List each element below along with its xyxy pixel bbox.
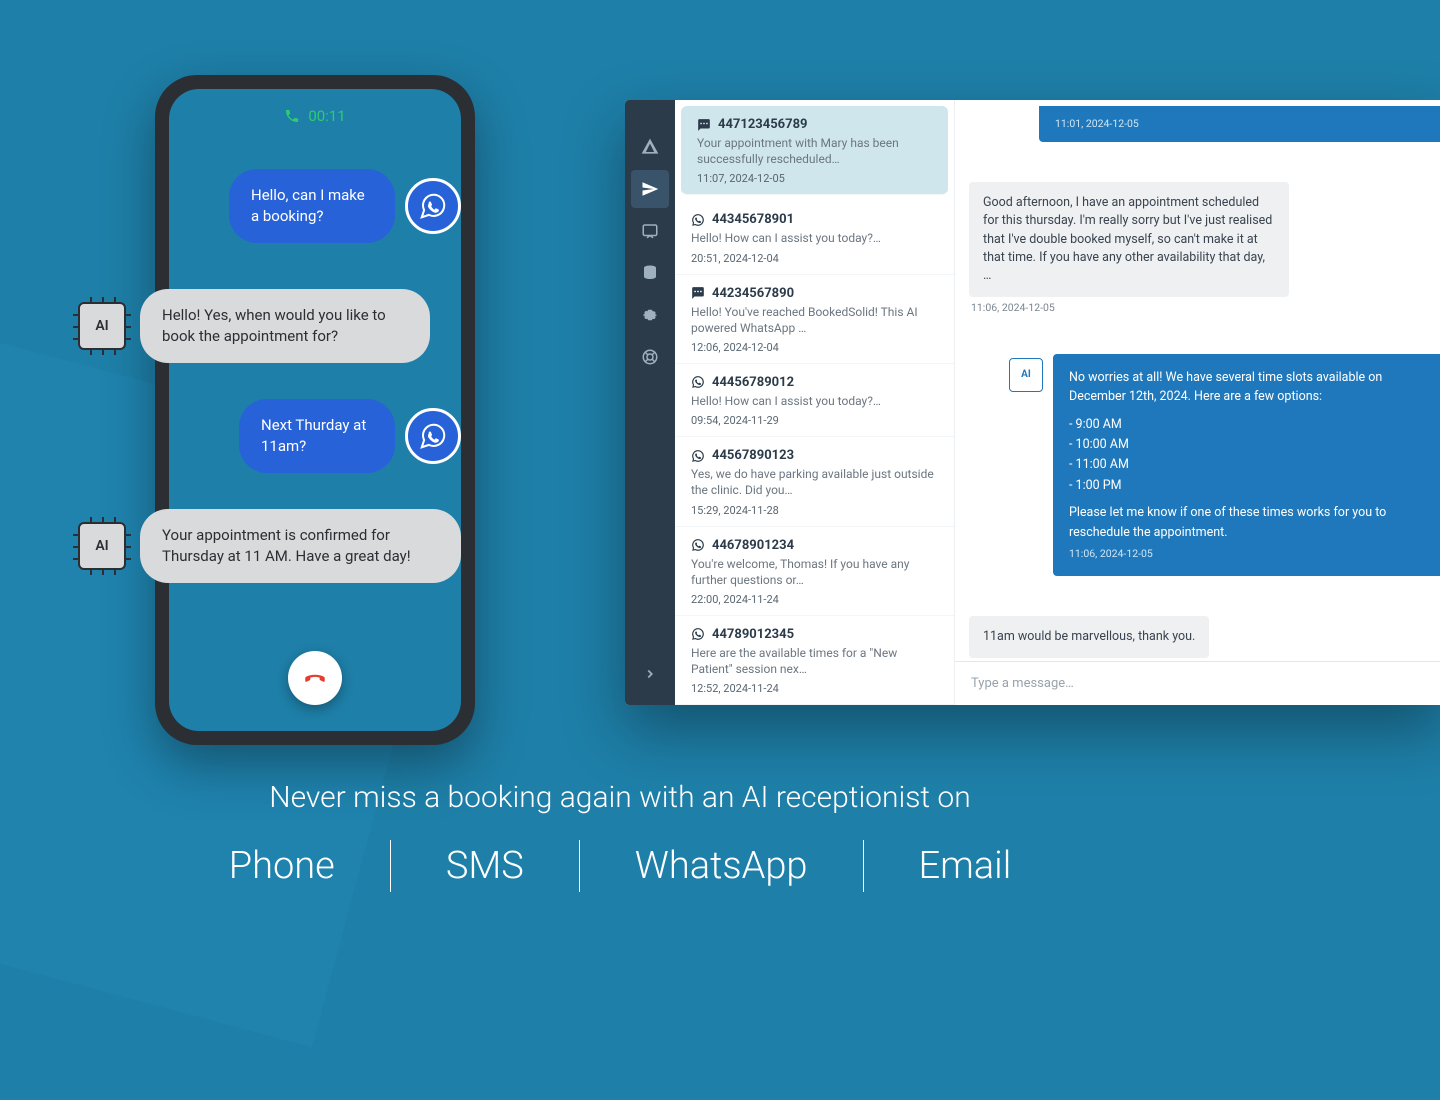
bubble-text: Hello, can I make a booking?: [229, 169, 395, 243]
whatsapp-icon: [691, 449, 705, 463]
thread-item[interactable]: 44678901234 You're welcome, Thomas! If yo…: [675, 527, 954, 616]
hangup-button[interactable]: [288, 651, 342, 705]
bubble-text: Your appointment is confirmed for Thursd…: [140, 509, 461, 583]
phone-mockup: 00:11 Hello, can I make a booking? AI He…: [155, 75, 475, 745]
time-slot: - 1:00 PM: [1069, 476, 1429, 495]
call-duration: 00:11: [308, 107, 345, 125]
thread-time: 09:54, 2024-11-29: [691, 414, 938, 427]
customer-message: Good afternoon, I have an appointment sc…: [969, 182, 1440, 314]
whatsapp-icon: [691, 213, 705, 227]
sms-icon: [697, 118, 711, 132]
customer-message: 11am would be marvellous, thank you.: [969, 616, 1440, 658]
ai-message-top: 11:01, 2024-12-05: [1039, 106, 1440, 142]
thread-time: 12:52, 2024-11-24: [691, 682, 938, 695]
thread-preview: Your appointment with Mary has been succ…: [697, 135, 932, 167]
channel-email: Email: [864, 844, 1067, 888]
ai-chip-icon: AI: [1009, 358, 1043, 392]
thread-time: 12:06, 2024-12-04: [691, 341, 938, 354]
call-status: 00:11: [169, 89, 461, 125]
message-time: 11:01, 2024-12-05: [1055, 116, 1429, 132]
channel-whatsapp: WhatsApp: [580, 844, 863, 888]
thread-preview: Hello! How can I assist you today?…: [691, 393, 938, 409]
ai-avatar-icon: AI: [74, 518, 130, 574]
chat-bubble-user-1: Hello, can I make a booking?: [229, 169, 461, 243]
message-time: 11:06, 2024-12-05: [969, 301, 1440, 314]
bubble-text: Hello! Yes, when would you like to book …: [140, 289, 430, 363]
sms-icon: [691, 286, 705, 300]
ai-chip-icon: AI: [78, 302, 126, 350]
thread-number: 44234567890: [712, 286, 794, 301]
thread-time: 11:07, 2024-12-05: [697, 172, 932, 185]
whatsapp-icon: [691, 627, 705, 641]
thread-preview: Hello! You've reached BookedSolid! This …: [691, 304, 938, 336]
thread-item[interactable]: 44789012345 Here are the available times …: [675, 616, 954, 705]
channels-row: Phone SMS WhatsApp Email: [0, 840, 1240, 892]
thread-number: 44567890123: [712, 448, 794, 463]
nav-logo-icon[interactable]: [631, 128, 669, 166]
thread-number: 44789012345: [712, 627, 794, 642]
thread-item[interactable]: 44567890123 Yes, we do have parking avail…: [675, 437, 954, 526]
nav-database-icon[interactable]: [631, 254, 669, 292]
chat-input[interactable]: Type a message…: [955, 661, 1440, 705]
thread-preview: Here are the available times for a "New …: [691, 645, 938, 677]
thread-list: 447123456789 Your appointment with Mary h…: [675, 100, 955, 705]
whatsapp-icon: [691, 538, 705, 552]
time-slot: - 9:00 AM: [1069, 415, 1429, 434]
channel-sms: SMS: [391, 844, 579, 888]
nav-rail: [625, 100, 675, 705]
time-slot: - 11:00 AM: [1069, 455, 1429, 474]
thread-number: 44345678901: [712, 212, 794, 227]
thread-time: 20:51, 2024-12-04: [691, 252, 938, 265]
thread-number: 44456789012: [712, 375, 794, 390]
message-text: 11am would be marvellous, thank you.: [969, 616, 1209, 658]
whatsapp-avatar-icon: [405, 178, 461, 234]
message-text: No worries at all! We have several time …: [1069, 368, 1429, 407]
nav-send-icon[interactable]: [631, 170, 669, 208]
nav-settings-icon[interactable]: [631, 296, 669, 334]
time-slot: - 10:00 AM: [1069, 435, 1429, 454]
channel-phone: Phone: [174, 844, 390, 888]
thread-number: 447123456789: [718, 117, 808, 132]
chat-bubble-user-2: Next Thurday at 11am?: [239, 399, 461, 473]
tagline-text: Never miss a booking again with an AI re…: [0, 780, 1240, 815]
chat-messages: 11:01, 2024-12-05 Good afternoon, I have…: [955, 100, 1440, 661]
thread-item[interactable]: 44456789012 Hello! How can I assist you t…: [675, 364, 954, 437]
thread-time: 15:29, 2024-11-28: [691, 504, 938, 517]
ai-message: AI No worries at all! We have several ti…: [1009, 354, 1440, 576]
thread-time: 22:00, 2024-11-24: [691, 593, 938, 606]
chat-bubble-ai-2: AI Your appointment is confirmed for Thu…: [74, 509, 461, 583]
ai-avatar-icon: AI: [74, 298, 130, 354]
message-text: Good afternoon, I have an appointment sc…: [969, 182, 1289, 297]
thread-preview: Yes, we do have parking available just o…: [691, 466, 938, 498]
phone-screen: 00:11 Hello, can I make a booking? AI He…: [169, 89, 461, 731]
dashboard-panel: 447123456789 Your appointment with Mary h…: [625, 100, 1440, 705]
bubble-text: Next Thurday at 11am?: [239, 399, 395, 473]
whatsapp-avatar-icon: [405, 408, 461, 464]
thread-item[interactable]: 44345678901 Hello! How can I assist you t…: [675, 201, 954, 274]
thread-preview: You're welcome, Thomas! If you have any …: [691, 556, 938, 588]
thread-item[interactable]: 447123456789 Your appointment with Mary h…: [681, 106, 948, 195]
nav-chat-icon[interactable]: [631, 212, 669, 250]
thread-preview: Hello! How can I assist you today?…: [691, 230, 938, 246]
time-slot-list: - 9:00 AM- 10:00 AM- 11:00 AM - 1:00 PM: [1069, 415, 1429, 496]
nav-expand-icon[interactable]: [631, 655, 669, 693]
ai-chip-icon: AI: [78, 522, 126, 570]
chat-bubble-ai-1: AI Hello! Yes, when would you like to bo…: [74, 289, 430, 363]
message-text: Please let me know if one of these times…: [1069, 503, 1429, 542]
nav-help-icon[interactable]: [631, 338, 669, 376]
thread-item[interactable]: 44234567890 Hello! You've reached BookedS…: [675, 275, 954, 364]
whatsapp-icon: [691, 375, 705, 389]
phone-call-icon: [284, 108, 300, 124]
message-time: 11:06, 2024-12-05: [1069, 546, 1429, 562]
chat-pane: 11:01, 2024-12-05 Good afternoon, I have…: [955, 100, 1440, 705]
thread-number: 44678901234: [712, 538, 794, 553]
